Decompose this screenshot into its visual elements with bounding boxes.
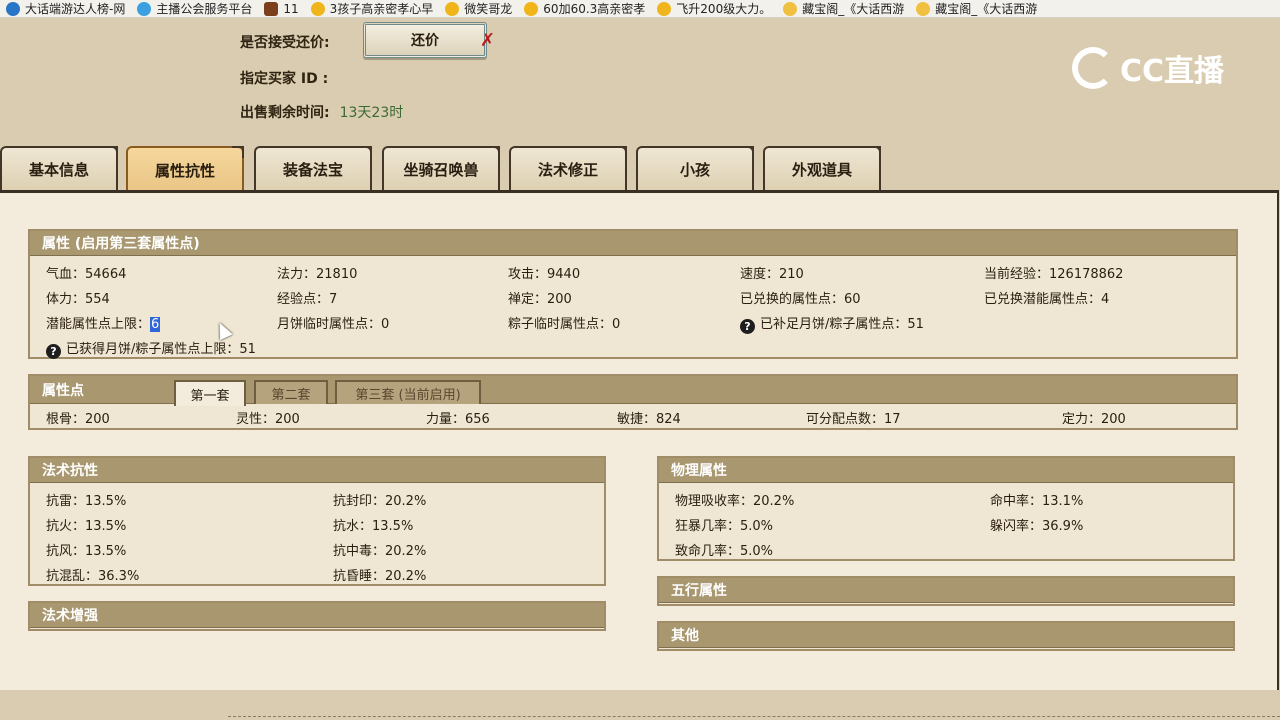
stat-obtained-limit: ? 已获得月饼/粽子属性点上限：51	[46, 338, 256, 359]
magic-boost-title: 法术增强	[30, 603, 604, 628]
resist-wind: 抗风：13.5%	[46, 544, 127, 559]
subtab-set-3[interactable]: 第三套 (当前启用)	[335, 380, 481, 404]
stat-meditation: 禅定：200	[508, 292, 572, 307]
stat-zongzi-temp: 粽子临时属性点：0	[508, 317, 621, 332]
potential-limit-value[interactable]: 6	[150, 317, 161, 332]
tab-appearance[interactable]: 外观道具	[763, 146, 881, 190]
stat-exchanged-points: 已兑换的属性点：60	[740, 292, 861, 307]
sparkle-icon	[916, 1, 931, 16]
point-available: 可分配点数：17	[806, 412, 901, 427]
stat-mooncake-temp: 月饼临时属性点：0	[277, 317, 390, 332]
stat-mp: 法力：21810	[277, 267, 358, 282]
other-title: 其他	[659, 623, 1233, 648]
magic-boost-panel: 法术增强	[28, 601, 606, 631]
bookmark-item[interactable]: 11	[258, 0, 304, 17]
cc-logo-icon	[1072, 47, 1114, 89]
accept-counter-label: 是否接受还价:	[240, 35, 330, 51]
tab-attributes-resistance[interactable]: 属性抗性	[126, 146, 244, 192]
bilibili-icon	[137, 1, 152, 16]
c-logo-icon	[6, 1, 20, 16]
tab-children[interactable]: 小孩	[636, 146, 754, 190]
stat-hp: 气血：54664	[46, 267, 127, 282]
remaining-time-label: 出售剩余时间:	[240, 105, 330, 121]
resist-seal: 抗封印：20.2%	[333, 494, 427, 509]
stat-exp-points: 经验点：7	[277, 292, 338, 307]
point-agility: 敏捷：824	[617, 412, 681, 427]
resist-chaos: 抗混乱：36.3%	[46, 569, 140, 584]
logo-text: CC直播	[1120, 54, 1225, 89]
bookmarks-bar: 大话端游达人榜-网 主播公会服务平台 11 3孩子高亲密孝心早 微笑哥龙 60加…	[0, 0, 1280, 18]
tab-equipment[interactable]: 装备法宝	[254, 146, 372, 190]
tab-basic-info[interactable]: 基本信息	[0, 146, 118, 190]
stat-current-exp: 当前经验：126178862	[984, 267, 1124, 282]
help-icon[interactable]: ?	[46, 344, 61, 359]
tab-spell-modifiers[interactable]: 法术修正	[509, 146, 627, 190]
resist-fire: 抗火：13.5%	[46, 519, 127, 534]
stat-attack: 攻击：9440	[508, 267, 581, 282]
five-elements-title: 五行属性	[659, 578, 1233, 603]
buyer-id-label: 指定买家 ID :	[240, 71, 329, 87]
remaining-time-value: 13天23时	[339, 105, 404, 121]
phys-hit-rate: 命中率：13.1%	[990, 494, 1084, 509]
sparkle-icon	[783, 1, 798, 16]
bookmark-item[interactable]: 飞升200级大力。	[651, 0, 777, 17]
bookmark-item[interactable]: 主播公会服务平台	[131, 0, 258, 17]
phys-frenzy-rate: 狂暴几率：5.0%	[675, 519, 774, 534]
counter-offer-button[interactable]: 还价	[363, 22, 487, 58]
subtab-set-1[interactable]: 第一套	[174, 380, 246, 406]
resist-poison: 抗中毒：20.2%	[333, 544, 427, 559]
physical-attributes-title: 物理属性	[659, 458, 1233, 483]
phys-absorb-rate: 物理吸收率：20.2%	[675, 494, 795, 509]
bookmark-item[interactable]: 大话端游达人榜-网	[0, 0, 131, 17]
other-panel: 其他	[657, 621, 1235, 651]
help-icon[interactable]: ?	[740, 319, 755, 334]
remaining-time: 出售剩余时间: 13天23时	[240, 102, 403, 122]
magic-resistance-title: 法术抗性	[30, 458, 604, 483]
point-endurance: 定力：200	[1062, 412, 1126, 427]
cross-mark-icon: ✗	[480, 30, 496, 51]
sparkle-icon	[310, 1, 325, 16]
tab-mounts-pets[interactable]: 坐骑召唤兽	[382, 146, 500, 190]
subtab-set-2[interactable]: 第二套	[254, 380, 328, 404]
potential-limit-label: 潜能属性点上限：	[46, 317, 151, 332]
bookmark-item[interactable]: 藏宝阁_《大话西游	[910, 0, 1043, 17]
stat-speed: 速度：210	[740, 267, 804, 282]
stat-filled-points: ? 已补足月饼/粽子属性点：51	[740, 313, 924, 334]
stat-exchanged-potential: 已兑换潜能属性点：4	[984, 292, 1110, 307]
sparkle-icon	[445, 1, 460, 16]
bookmark-item[interactable]: 60加60.3高亲密孝	[518, 0, 651, 17]
game-icon	[264, 1, 279, 16]
cc-live-logo: CC直播	[1072, 42, 1240, 94]
bookmark-item[interactable]: 藏宝阁_《大话西游	[777, 0, 910, 17]
sparkle-icon	[657, 1, 672, 16]
stat-stamina: 体力：554	[46, 292, 110, 307]
resist-thunder: 抗雷：13.5%	[46, 494, 127, 509]
sparkle-icon	[524, 1, 539, 16]
resist-sleep: 抗昏睡：20.2%	[333, 569, 427, 584]
bookmark-item[interactable]: 3孩子高亲密孝心早	[305, 0, 440, 17]
resist-water: 抗水：13.5%	[333, 519, 414, 534]
attributes-title: 属性 (启用第三套属性点)	[30, 231, 1236, 256]
bookmark-item[interactable]: 微笑哥龙	[439, 0, 518, 17]
point-constitution: 根骨：200	[46, 412, 110, 427]
phys-dodge-rate: 躲闪率：36.9%	[990, 519, 1084, 534]
five-elements-panel: 五行属性	[657, 576, 1235, 606]
divider	[228, 716, 1280, 717]
stat-potential-limit: 潜能属性点上限：6	[46, 313, 161, 332]
point-spirit: 灵性：200	[236, 412, 300, 427]
phys-critical-rate: 致命几率：5.0%	[675, 544, 774, 559]
point-strength: 力量：656	[426, 412, 490, 427]
